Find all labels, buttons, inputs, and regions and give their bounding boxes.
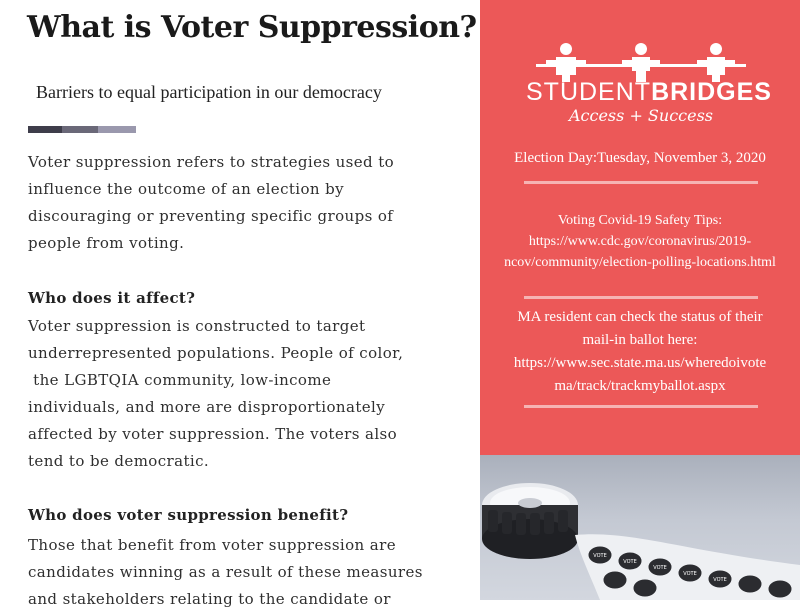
divider-segment [62,126,98,133]
vote-sticker-photo: VOTE VOTE VOTE VOTE VOTE [480,455,800,600]
paragraph-line: individuals, and more are disproportiona… [28,398,386,416]
sidebar-divider [524,181,758,184]
info-sidebar: STUDENTBRIDGES Access + Success Election… [480,0,800,455]
student-bridges-logo: STUDENTBRIDGES Access + Success [526,40,771,130]
document-left-column: What is Voter Suppression? Barriers to e… [0,0,480,608]
sticker-label: VOTE [713,577,726,583]
section-heading-who-affected: Who does it affect? [28,289,196,307]
sticker-label: VOTE [683,571,696,577]
divider-segment [98,126,136,133]
paragraph-line: Those that benefit from voter suppressio… [28,536,396,554]
safety-tips-link[interactable]: https://www.cdc.gov/coronavirus/2019- [480,231,800,252]
paragraph-line: tend to be democratic. [28,452,210,470]
section-heading-who-benefits: Who does voter suppression benefit? [28,506,349,524]
sticker-label: VOTE [623,559,636,565]
covid-safety-tips: Voting Covid-19 Safety Tips: https://www… [480,210,800,273]
paragraph-line: people from voting. [28,234,185,252]
intro-paragraph: Voter suppression refers to strategies u… [28,149,468,257]
benefit-paragraph: Those that benefit from voter suppressio… [28,532,468,613]
ballot-status-info: MA resident can check the status of thei… [480,306,800,398]
logo-tagline: Access + Success [568,106,714,125]
people-figures-icon [536,43,746,82]
safety-tips-heading: Voting Covid-19 Safety Tips: [557,213,723,228]
affected-paragraph: Voter suppression is constructed to targ… [28,313,468,475]
sidebar-divider [524,296,758,299]
paragraph-line: Voter suppression is constructed to targ… [28,317,366,335]
divider-segment [28,126,62,133]
paragraph-line: Voter suppression refers to strategies u… [28,153,395,171]
decorative-divider [28,126,136,133]
sidebar-divider [524,405,758,408]
ballot-status-link[interactable]: ma/track/trackmyballot.aspx [480,375,800,398]
paragraph-line: affected by voter suppression. The voter… [28,425,398,443]
paragraph-line: underrepresented populations. People of … [28,344,404,362]
paragraph-line: candidates winning as a result of these … [28,563,423,581]
paragraph-line: influence the outcome of an election by [28,180,345,198]
ballot-status-link[interactable]: https://www.sec.state.ma.us/wheredoivote [480,352,800,375]
sticker-label: VOTE [593,553,606,559]
safety-tips-link[interactable]: ncov/community/election-polling-location… [480,252,800,273]
ballot-status-text: mail-in ballot here: [582,332,698,348]
page-subtitle: Barriers to equal participation in our d… [36,82,382,102]
election-day: Election Day:Tuesday, November 3, 2020 [514,150,766,166]
ballot-status-text: MA resident can check the status of thei… [517,309,763,325]
logo-wordmark: STUDENTBRIDGES [526,78,771,107]
logo-word-bold: BRIDGES [651,78,772,106]
logo-word-regular: STUDENT [526,78,652,106]
page-title: What is Voter Suppression? [27,10,477,45]
sticker-label: VOTE [653,565,666,571]
sticker-roll-image: VOTE VOTE VOTE VOTE VOTE [482,483,800,600]
paragraph-line: discouraging or preventing specific grou… [28,207,394,225]
paragraph-line: the LGBTQIA community, low-income [28,371,332,389]
